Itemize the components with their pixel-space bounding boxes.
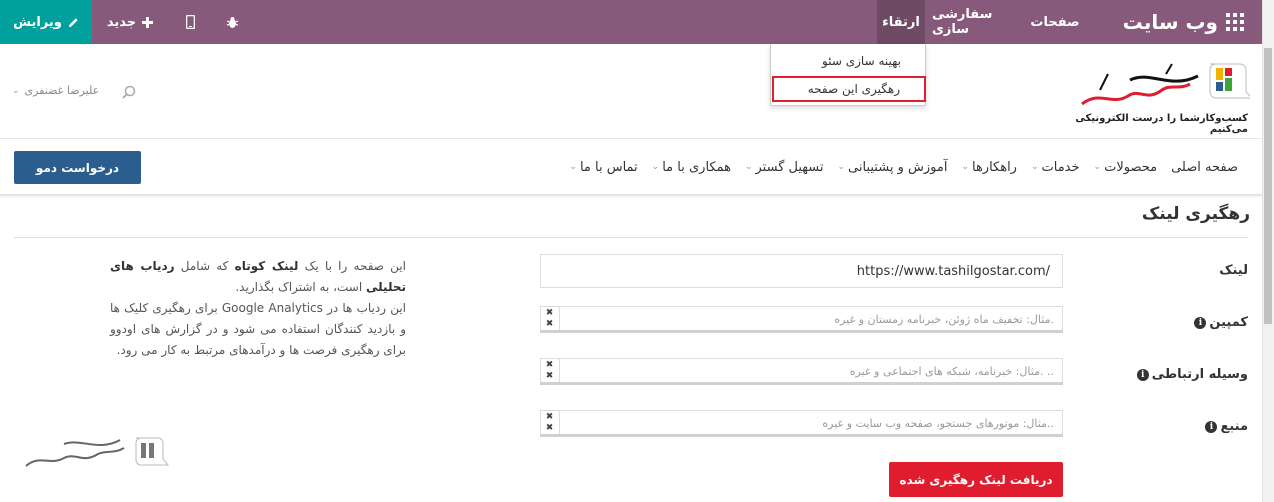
search-icon[interactable] xyxy=(122,85,136,99)
chevron-down-icon: ⌄ xyxy=(1030,162,1039,172)
dropdown-item-track-page[interactable]: رهگیری این صفحه xyxy=(772,76,926,102)
request-demo-button[interactable]: درخواست دمو xyxy=(14,151,141,184)
title-divider xyxy=(14,237,1248,238)
pencil-icon xyxy=(68,17,78,27)
chevron-down-icon: ⌄ xyxy=(651,162,660,172)
promote-dropdown: بهینه سازی سئو رهگیری این صفحه xyxy=(770,44,926,106)
watermark-logo xyxy=(25,437,170,467)
link-field[interactable]: https://www.tashilgostar.com/ xyxy=(540,254,1063,288)
mobile-preview-button[interactable] xyxy=(176,0,204,44)
chevron-down-icon: ⌄ xyxy=(837,162,846,172)
chevron-down-icon: ⌄ xyxy=(961,162,969,172)
page-title: رهگیری لینک xyxy=(1141,204,1250,224)
clear-icon[interactable]: ✖ ✖ xyxy=(540,358,560,384)
info-icon[interactable]: i xyxy=(1136,368,1149,381)
help-paragraph-2: این ردیاب ها در Google Analytics برای ره… xyxy=(110,301,406,357)
clear-icon[interactable]: ✖ ✖ xyxy=(540,306,560,332)
menu-promote[interactable]: ارتقاء xyxy=(877,0,925,44)
link-label: لینک xyxy=(1219,263,1248,278)
chevron-down-icon: ⌄ xyxy=(744,162,753,172)
nav-item-services[interactable]: ⌄ خدمات xyxy=(1031,160,1080,175)
edit-button[interactable]: ویرایش xyxy=(0,0,92,44)
menu-pages[interactable]: صفحات xyxy=(1030,0,1080,44)
dropdown-item-seo[interactable]: بهینه سازی سئو xyxy=(771,48,925,74)
debug-button[interactable] xyxy=(218,0,246,44)
medium-field[interactable]: مثال: خبرنامه، شبکه های اجتماعی و غیره. … xyxy=(540,358,1063,384)
nav-item-home[interactable]: صفحه اصلی xyxy=(1171,160,1238,175)
nav-item-training[interactable]: ⌄ آموزش و پشتیبانی xyxy=(838,160,948,175)
scrollbar-thumb[interactable] xyxy=(1264,48,1272,324)
get-tracked-link-button[interactable]: دریافت لینک رهگیری شده xyxy=(889,462,1063,497)
brand-title[interactable]: وب سایت xyxy=(1100,0,1218,44)
apps-grid-icon[interactable] xyxy=(1226,13,1244,31)
nav-item-contact[interactable]: ⌄ تماس با ما xyxy=(569,160,637,175)
new-button[interactable]: جدید xyxy=(96,0,164,44)
new-label: جدید xyxy=(106,14,137,30)
scrollbar[interactable] xyxy=(1262,0,1274,502)
info-icon[interactable]: i xyxy=(1194,316,1207,329)
help-text: این صفحه را با یک لینک کوتاه که شامل ردی… xyxy=(110,256,406,361)
logo-tagline: کسب‌وکار‌شما را درست الکترونیکی‌ می‌کنیم xyxy=(1075,113,1248,135)
chevron-down-icon: ⌄ xyxy=(1093,162,1102,172)
medium-label: i وسیله ارتباطی xyxy=(1136,367,1248,382)
campaign-field[interactable]: مثال: تخفیف ماه ژوئن، خبرنامه زمستان و غ… xyxy=(540,306,1063,332)
nav-item-solutions[interactable]: ⌄ راهکارها xyxy=(961,160,1017,175)
nav-item-products[interactable]: ⌄ محصولات xyxy=(1094,160,1158,175)
main-nav: صفحه اصلی ⌄ محصولات ⌄ خدمات ⌄ راهکارها ⌄ آمو… xyxy=(569,150,1238,184)
nav-item-tashil[interactable]: ⌄ تسهیل گستر xyxy=(745,160,824,175)
nav-item-cooperation[interactable]: ⌄ همکاری با ما xyxy=(652,160,731,175)
clear-icon[interactable]: ✖ ✖ xyxy=(540,410,560,436)
header-shadow xyxy=(0,194,1262,198)
top-navbar: ویرایش جدید ارتقاء سفارشی سازی صفحات وب … xyxy=(0,0,1262,44)
field-underline xyxy=(540,330,1063,333)
source-label: i منبع xyxy=(1205,419,1248,434)
field-underline xyxy=(540,382,1063,385)
plus-icon xyxy=(142,16,154,28)
header-divider xyxy=(0,138,1262,139)
chevron-down-icon: ⌄ xyxy=(12,85,20,96)
field-underline xyxy=(540,434,1063,437)
bug-icon xyxy=(226,16,238,28)
edit-label: ویرایش xyxy=(13,14,62,30)
user-menu[interactable]: ⌄ علیرضا غضنفری xyxy=(12,84,99,97)
help-paragraph-1: این صفحه را با یک لینک کوتاه که شامل ردی… xyxy=(110,259,406,294)
menu-customize[interactable]: سفارشی سازی xyxy=(932,0,1022,44)
mobile-icon xyxy=(185,15,195,29)
info-icon[interactable]: i xyxy=(1205,420,1218,433)
chevron-down-icon: ⌄ xyxy=(569,162,577,172)
user-name: علیرضا غضنفری xyxy=(24,84,100,97)
source-field[interactable]: مثال: موتورهای جستجو، صفحه وب سایت و غیر… xyxy=(540,410,1063,436)
campaign-label: i کمپین xyxy=(1194,315,1248,330)
